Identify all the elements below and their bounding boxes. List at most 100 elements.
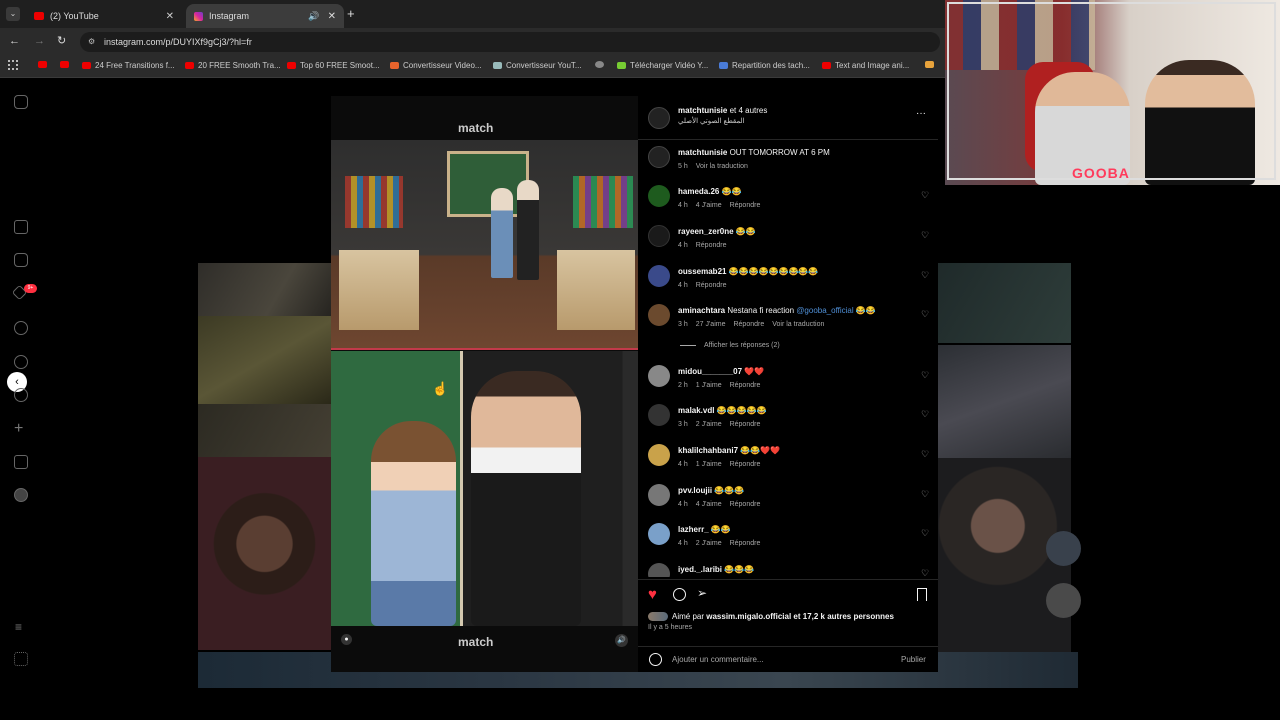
reply-link[interactable]: Répondre xyxy=(730,421,761,428)
comment-input[interactable]: Ajouter un commentaire... xyxy=(672,655,764,664)
audio-label[interactable]: المقطع الصوتي الأصلي xyxy=(678,117,745,125)
like-comment-icon[interactable]: ♡ xyxy=(921,410,930,419)
reload-icon[interactable]: ↻ xyxy=(57,34,66,47)
comment-user[interactable]: iyed._.laribi xyxy=(678,565,722,574)
comment-user[interactable]: pvv.loujii xyxy=(678,486,712,495)
new-tab-button[interactable]: + xyxy=(347,6,355,21)
profile-icon[interactable] xyxy=(14,488,28,502)
comment-user[interactable]: lazherr_ xyxy=(678,525,709,534)
mute-icon[interactable]: 🔊 xyxy=(615,634,628,647)
reply-link[interactable]: Répondre xyxy=(730,382,761,389)
avatar[interactable] xyxy=(648,563,670,577)
comment-likes[interactable]: 2 J'aime xyxy=(696,540,722,547)
bookmark-item[interactable]: Télécharger Vidéo Y... xyxy=(617,61,708,70)
bookmark-item[interactable]: 24 Free Transitions f... xyxy=(82,61,175,70)
comment-user[interactable]: malak.vdl xyxy=(678,406,714,415)
like-comment-icon[interactable]: ♡ xyxy=(921,371,930,380)
dashboard-icon[interactable] xyxy=(14,455,28,469)
reply-link[interactable]: Répondre xyxy=(730,202,761,209)
comment-likes[interactable]: 1 J'aime xyxy=(696,382,722,389)
reply-link[interactable]: Répondre xyxy=(696,242,727,249)
avatar[interactable] xyxy=(648,444,670,466)
comment-likes[interactable]: 2 J'aime xyxy=(696,421,722,428)
bookmark-item[interactable]: Top 60 FREE Smoot... xyxy=(287,61,380,70)
apps-grid-icon[interactable] xyxy=(14,652,28,666)
comment-likes[interactable]: 4 J'aime xyxy=(696,202,722,209)
grid-thumb[interactable] xyxy=(938,345,1071,458)
comment-likes[interactable]: 1 J'aime xyxy=(696,461,722,468)
liked-rest-link[interactable]: et 17,2 k autres personnes xyxy=(793,612,894,621)
tab-instagram[interactable]: Instagram 🔊 ✕ xyxy=(186,4,344,28)
tab-list-button[interactable]: ⌄ xyxy=(6,7,20,21)
comment-user[interactable]: matchtunisie xyxy=(678,148,727,157)
coauthors[interactable]: et 4 autres xyxy=(730,106,768,115)
avatar[interactable] xyxy=(648,225,670,247)
comment-user[interactable]: khalilchahbani7 xyxy=(678,446,738,455)
forward-icon[interactable]: → xyxy=(34,35,45,47)
comment-likes[interactable]: 27 J'aime xyxy=(696,321,726,328)
share-icon[interactable]: ➢ xyxy=(697,586,707,600)
site-info-icon[interactable]: ⚙ xyxy=(88,32,95,52)
like-comment-icon[interactable]: ♡ xyxy=(921,231,930,240)
apps-icon[interactable] xyxy=(8,60,18,70)
bookmark-item[interactable]: Text and Image ani... xyxy=(822,61,909,70)
avatar[interactable] xyxy=(648,265,670,287)
like-comment-icon[interactable]: ♡ xyxy=(921,271,930,280)
reels-icon[interactable] xyxy=(14,253,28,267)
comment-user[interactable]: oussemab21 xyxy=(678,267,726,276)
speaker-icon[interactable]: 🔊 xyxy=(308,11,319,22)
avatar[interactable] xyxy=(648,107,670,129)
liked-heart-icon[interactable]: ♥ xyxy=(648,586,657,603)
post-time[interactable]: Il y a 5 heures xyxy=(648,624,692,631)
bookmark-item[interactable]: Convertisseur Video... xyxy=(390,61,482,70)
avatar[interactable] xyxy=(648,404,670,426)
bookmark-item[interactable] xyxy=(595,61,608,68)
like-comment-icon[interactable]: ♡ xyxy=(921,529,930,538)
avatar[interactable] xyxy=(648,523,670,545)
reply-link[interactable]: Répondre xyxy=(733,321,764,328)
grid-thumb[interactable] xyxy=(198,404,331,457)
avatar[interactable] xyxy=(648,365,670,387)
bookmark-item[interactable]: Convertisseur YouT... xyxy=(493,61,582,70)
publish-button[interactable]: Publier xyxy=(901,655,926,664)
comment-user[interactable]: aminachtara xyxy=(678,306,725,315)
tagged-users-icon[interactable]: ● xyxy=(341,634,352,645)
translate-link[interactable]: Voir la traduction xyxy=(772,321,824,328)
like-comment-icon[interactable]: ♡ xyxy=(921,310,930,319)
comment-user[interactable]: midou_______07 xyxy=(678,367,742,376)
back-icon[interactable]: ← xyxy=(9,35,20,47)
tab-youtube[interactable]: (2) YouTube ✕ xyxy=(26,4,182,28)
avatar[interactable] xyxy=(648,146,670,168)
like-comment-icon[interactable]: ♡ xyxy=(921,569,930,578)
comment-likes[interactable]: 4 J'aime xyxy=(696,501,722,508)
like-comment-icon[interactable]: ♡ xyxy=(921,191,930,200)
instagram-logo-icon[interactable] xyxy=(14,95,28,109)
comment-user[interactable]: rayeen_zer0ne xyxy=(678,227,734,236)
emoji-icon[interactable] xyxy=(649,653,662,666)
author-link[interactable]: matchtunisie xyxy=(678,106,727,115)
explore-icon[interactable] xyxy=(14,355,28,369)
grid-thumb[interactable] xyxy=(198,457,331,650)
grid-thumb[interactable] xyxy=(198,263,331,316)
liked-user-link[interactable]: wassim.migalo.official xyxy=(706,612,791,621)
grid-thumb[interactable] xyxy=(938,263,1071,343)
heart-icon[interactable] xyxy=(14,388,28,402)
translate-link[interactable]: Voir la traduction xyxy=(696,163,748,170)
reply-link[interactable]: Répondre xyxy=(730,501,761,508)
bookmark-item[interactable]: Repartition des tach... xyxy=(719,61,810,70)
show-replies-button[interactable]: Afficher les réponses (2) xyxy=(680,342,780,349)
comment-user[interactable]: hameda.26 xyxy=(678,187,719,196)
reply-link[interactable]: Répondre xyxy=(730,461,761,468)
reply-link[interactable]: Répondre xyxy=(696,282,727,289)
home-icon[interactable] xyxy=(14,220,28,234)
reply-link[interactable]: Répondre xyxy=(730,540,761,547)
avatar[interactable] xyxy=(648,484,670,506)
create-icon[interactable]: + xyxy=(14,420,23,438)
bookmark-item[interactable] xyxy=(925,61,938,68)
bookmark-youtube[interactable] xyxy=(38,61,51,68)
comment-icon[interactable] xyxy=(673,588,686,601)
close-icon[interactable]: ✕ xyxy=(328,11,336,22)
like-comment-icon[interactable]: ♡ xyxy=(921,490,930,499)
save-icon[interactable] xyxy=(917,588,927,601)
avatar[interactable] xyxy=(648,304,670,326)
